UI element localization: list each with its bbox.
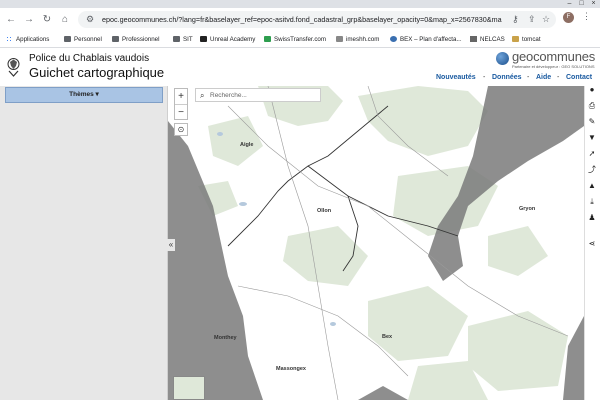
- bookmarks-bar: Applications Personnel Professionnel SIT…: [0, 31, 600, 48]
- elevation-icon[interactable]: ▲: [587, 180, 597, 192]
- map-label-aigle: Aigle: [240, 142, 254, 148]
- brand-name: geocommunes: [512, 49, 596, 64]
- zoom-control: + −: [174, 88, 188, 120]
- zoom-out-button[interactable]: −: [175, 104, 187, 119]
- nav-separator: -: [527, 74, 530, 81]
- swisstransfer-logo-icon: [264, 36, 271, 42]
- wordpress-logo-icon: [390, 36, 397, 42]
- map-canvas[interactable]: [168, 86, 584, 400]
- bookmark-tomcat[interactable]: tomcat: [512, 35, 541, 44]
- home-icon[interactable]: ⌂: [58, 13, 72, 27]
- map-label-bex: Bex: [382, 334, 393, 340]
- bookmark-sit[interactable]: SIT: [173, 35, 193, 44]
- police-shield-icon: [7, 58, 20, 77]
- folder-icon: [112, 36, 119, 42]
- nav-separator: -: [557, 74, 560, 81]
- bookmark-personnel[interactable]: Personnel: [64, 35, 102, 44]
- profile-avatar[interactable]: F: [563, 12, 574, 23]
- collapse-sidebar-icon[interactable]: «: [167, 239, 175, 251]
- nelcas-logo-icon: [470, 36, 477, 42]
- account-icon[interactable]: ♟: [587, 212, 597, 224]
- themes-dropdown-button[interactable]: Thèmes ▾: [5, 87, 163, 103]
- map-label-monthey: Monthey: [214, 335, 237, 341]
- nav-aide[interactable]: Aide: [536, 73, 551, 82]
- password-key-icon[interactable]: ⚷: [512, 14, 519, 25]
- overview-minimap[interactable]: [173, 376, 205, 400]
- geolocate-button[interactable]: ⊙: [174, 123, 188, 136]
- sidebar-panel: [0, 86, 168, 400]
- organization-title: Police du Chablais vaudois: [29, 53, 150, 64]
- select-cursor-icon[interactable]: ➚: [587, 148, 597, 160]
- nav-contact[interactable]: Contact: [566, 73, 592, 82]
- nav-nouveautes[interactable]: Nouveautés: [436, 73, 476, 82]
- imeshh-logo-icon: [336, 36, 343, 42]
- share-icon[interactable]: ⇪: [528, 14, 536, 25]
- maximize-icon[interactable]: □: [577, 0, 586, 8]
- search-input[interactable]: [210, 90, 318, 101]
- share-link-icon[interactable]: ⋖: [587, 238, 597, 250]
- bookmark-nelcas[interactable]: NELCAS: [470, 35, 505, 44]
- folder-icon: [173, 36, 180, 42]
- globe-icon: [496, 52, 509, 65]
- map-label-massongex: Massongex: [276, 366, 306, 372]
- map-label-gryon: Gryon: [519, 206, 536, 212]
- bookmark-professionnel[interactable]: Professionnel: [112, 35, 160, 44]
- back-icon[interactable]: ←: [4, 13, 18, 27]
- download-icon[interactable]: ⤓: [587, 196, 597, 208]
- url-text[interactable]: epoc.geocommunes.ch/?lang=fr&baselayer_r…: [102, 15, 502, 24]
- forward-icon[interactable]: →: [22, 13, 36, 27]
- geocommunes-logo[interactable]: geocommunes Partenaire et développeur : …: [496, 50, 600, 72]
- search-icon: ⌕: [200, 91, 205, 100]
- crosshair-icon: ⊙: [177, 125, 185, 134]
- bookmark-imeshh[interactable]: imeshh.com: [336, 35, 379, 44]
- profile-chart-icon[interactable]: ⤴: [587, 164, 597, 176]
- map-label-ollon: Ollon: [317, 208, 332, 214]
- unreal-logo-icon: [200, 36, 207, 42]
- bookmark-star-icon[interactable]: ☆: [542, 14, 550, 25]
- draw-brush-icon[interactable]: ✎: [587, 116, 597, 128]
- bookmark-bex-plan[interactable]: BEX – Plan d'affecta...: [390, 35, 462, 44]
- user-icon[interactable]: ●: [587, 84, 597, 96]
- bookmark-unreal-academy[interactable]: Unreal Academy: [200, 35, 255, 44]
- site-info-icon[interactable]: ⚙: [86, 14, 94, 25]
- print-icon[interactable]: ⎙: [587, 100, 597, 112]
- tomcat-logo-icon: [512, 36, 519, 42]
- minimize-icon[interactable]: –: [565, 0, 574, 8]
- brand-tagline: Partenaire et développeur : GEO SOLUTION…: [512, 64, 595, 69]
- address-bar[interactable]: ⚙ epoc.geocommunes.ch/?lang=fr&baselayer…: [78, 11, 556, 28]
- browser-toolbar: ← → ↻ ⌂ ⚙ epoc.geocommunes.ch/?lang=fr&b…: [0, 8, 600, 31]
- map-background[interactable]: [168, 86, 584, 400]
- zoom-in-button[interactable]: +: [175, 89, 187, 104]
- browser-menu-icon[interactable]: ⋮: [582, 11, 591, 22]
- apps-grid-icon: [6, 36, 13, 42]
- reload-icon[interactable]: ↻: [40, 13, 54, 27]
- folder-icon: [64, 36, 71, 42]
- bookmark-applications[interactable]: Applications: [6, 35, 49, 44]
- nav-donnees[interactable]: Données: [492, 73, 522, 82]
- app-title: Guichet cartographique: [29, 65, 165, 80]
- bookmark-swisstransfer[interactable]: SwissTransfer.com: [264, 35, 326, 44]
- filter-icon[interactable]: ▼: [587, 132, 597, 144]
- tab-strip: – □ ×: [0, 0, 600, 8]
- search-box[interactable]: ⌕: [195, 88, 321, 102]
- close-window-icon[interactable]: ×: [589, 0, 598, 8]
- nav-separator: -: [483, 74, 486, 81]
